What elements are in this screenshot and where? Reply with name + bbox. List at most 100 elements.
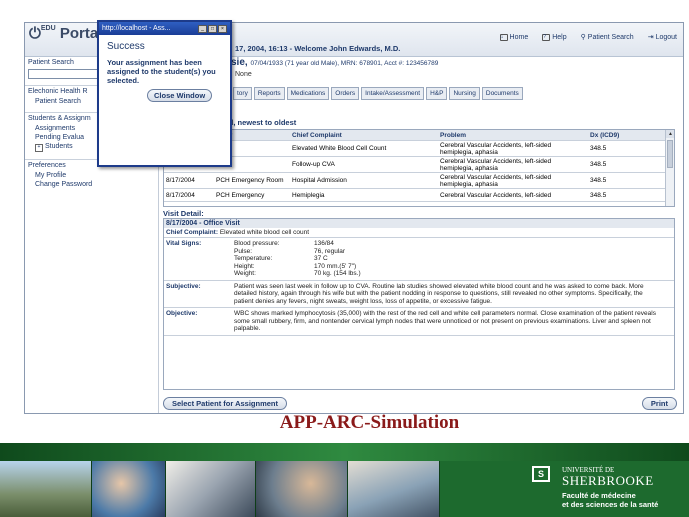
cell: 348.5: [590, 177, 607, 184]
photo-students: [256, 461, 348, 517]
photo-lab: [166, 461, 256, 517]
table-header-row: unter Chief Complaint Problem Dx (ICD9): [164, 130, 674, 141]
visit-detail-panel: 8/17/2004 - Office Visit Chief Complaint…: [163, 218, 675, 390]
col-dx[interactable]: Dx (ICD9): [588, 132, 664, 139]
record-tabs: tory Reports Medications Orders Intake/A…: [233, 87, 523, 100]
slide-title: APP-ARC-Simulation: [279, 412, 460, 433]
logo-sup: EDU: [40, 25, 56, 32]
visits-sort-label: all, newest to oldest: [225, 118, 297, 127]
tab-orders[interactable]: Orders: [331, 87, 360, 100]
cell: PCH Emergency Room: [216, 177, 284, 184]
vital-value: 170 mm.(5' 7"): [314, 262, 357, 270]
minimize-icon[interactable]: _: [198, 24, 207, 33]
cell: Cerebral Vascular Accidents, left-sided …: [440, 141, 552, 156]
patient-search-label: Patient Search: [587, 33, 634, 41]
popup-body: Success Your assignment has been assigne…: [99, 35, 230, 107]
logo-word: Porta: [59, 25, 99, 42]
logout-label: Logout: [655, 33, 677, 41]
table-row[interactable]: Visit Follow-up CVA Cerebral Vascular Ac…: [164, 157, 674, 173]
tab-history[interactable]: tory: [233, 87, 252, 100]
table-row[interactable]: 8/17/2004 PCH Emergency Hemiplegia Cereb…: [164, 189, 674, 202]
patient-search-link[interactable]: ⚲ Patient Search: [580, 33, 634, 42]
col-chief-complaint[interactable]: Chief Complaint: [290, 132, 438, 139]
maximize-icon[interactable]: □: [208, 24, 217, 33]
print-button[interactable]: Print: [641, 397, 677, 410]
vital-name: Height:: [234, 262, 255, 270]
subjective-label: Subjective:: [166, 282, 201, 290]
magnifier-icon: ⚲: [580, 34, 586, 41]
cell: Cerebral Vascular Accidents, left-sided …: [440, 173, 552, 188]
home-icon: ⌂: [499, 33, 508, 41]
faculty-line-1: Faculté de médecine: [562, 491, 636, 500]
visit-detail-label: Visit Detail:: [163, 209, 204, 218]
visits-table: unter Chief Complaint Problem Dx (ICD9) …: [163, 129, 675, 207]
faculty-name: Faculté de médecine et des sciences de l…: [562, 491, 658, 509]
tab-documents[interactable]: Documents: [481, 87, 523, 100]
close-icon[interactable]: ×: [218, 24, 227, 33]
scroll-thumb[interactable]: [667, 140, 673, 168]
cell: Elevated White Blood Cell Count: [292, 145, 387, 152]
logout-link[interactable]: ⇥ Logout: [648, 33, 677, 42]
table-row[interactable]: 8/17/2004 PCH Emergency Room Hospital Ad…: [164, 173, 674, 189]
close-window-button[interactable]: Close Window: [147, 89, 213, 102]
patient-info: 07/04/1933 (71 year old Male), MRN: 6789…: [250, 60, 439, 67]
home-label: Home: [509, 33, 529, 41]
cell: 8/17/2004: [166, 191, 195, 199]
university-logo-icon: S: [532, 466, 550, 482]
cell: PCH Emergency: [216, 191, 265, 199]
vital-name: Blood pressure:: [234, 240, 280, 247]
welcome-line: 17, 2004, 16:13 - Welcome John Edwards, …: [235, 44, 401, 53]
cell: 348.5: [590, 145, 607, 152]
photo-campus: [0, 461, 92, 517]
top-navigation: ⌂ Home ? Help ⚲ Patient Search ⇥ Logout: [499, 33, 677, 42]
scroll-up-icon[interactable]: ▲: [666, 130, 674, 138]
power-icon: ⏻: [29, 25, 41, 42]
photo-surgery: [92, 461, 166, 517]
vital-value: 70 kg. (154 lbs.): [314, 270, 361, 277]
cell: 8/17/2004: [166, 177, 195, 184]
vitals-label: Vital Signs:: [166, 240, 202, 247]
success-popup-window: http://localhost - Ass... _ □ × Success …: [97, 20, 232, 167]
chief-complaint: Chief Complaint: Elevated white blood ce…: [164, 228, 674, 238]
table-row[interactable]: Visit Elevated White Blood Cell Count Ce…: [164, 141, 674, 157]
allergies-value: None: [235, 71, 252, 78]
subjective-section: Subjective: Patient was seen last week i…: [164, 281, 674, 308]
objective-section: Objective: WBC shows marked lymphocytosi…: [164, 308, 674, 336]
popup-titlebar: http://localhost - Ass... _ □ ×: [99, 22, 230, 35]
patient-name: sie,: [231, 57, 248, 68]
help-icon: ?: [542, 33, 551, 41]
cell: 348.5: [590, 191, 607, 199]
visits-scrollbar[interactable]: ▲: [665, 130, 674, 206]
select-patient-button[interactable]: Select Patient for Assignment: [163, 397, 287, 410]
university-name: SHERBROOKE: [562, 473, 654, 488]
subjective-text: Patient was seen last week in follow up …: [234, 282, 644, 305]
vitals-grid: Blood pressure: 136/84 Pulse: 76, regular …: [234, 240, 414, 278]
main-content: 17, 2004, 16:13 - Welcome John Edwards, …: [159, 44, 683, 413]
home-link[interactable]: ⌂ Home: [499, 33, 529, 41]
footer-banner: S UNIVERSITÉ DE SHERBROOKE Faculté de mé…: [0, 443, 689, 517]
tab-medications[interactable]: Medications: [286, 87, 330, 100]
cell: Follow-up CVA: [292, 161, 335, 168]
tab-intake[interactable]: Intake/Assessment: [361, 87, 425, 100]
vital-name: Temperature:: [234, 255, 273, 262]
col-problem[interactable]: Problem: [438, 132, 588, 139]
objective-text: WBC shows marked lymphocytosis (35,000) …: [234, 310, 656, 332]
cell: Hospital Admission: [292, 177, 347, 184]
vital-value: 136/84: [314, 240, 334, 247]
sidebar-item-my-profile[interactable]: My Profile: [25, 171, 158, 180]
help-link[interactable]: ? Help: [542, 33, 567, 41]
tab-nursing[interactable]: Nursing: [449, 87, 480, 100]
sidebar-item-change-password[interactable]: Change Password: [25, 180, 158, 189]
window-controls: _ □ ×: [198, 24, 227, 33]
tab-reports[interactable]: Reports: [253, 87, 285, 100]
tab-hp[interactable]: H&P: [426, 87, 448, 100]
cc-label: Chief Complaint:: [166, 229, 218, 236]
photo-patient: [348, 461, 440, 517]
cc-value: Elevated white blood cell count: [219, 229, 310, 236]
patient-header: sie, 07/04/1933 (71 year old Male), MRN:…: [231, 57, 438, 68]
help-label: Help: [552, 33, 567, 41]
faculty-line-2: et des sciences de la santé: [562, 500, 659, 509]
footer-stripe: [0, 443, 689, 461]
cell: Hemiplegia: [292, 191, 325, 199]
vital-value: 37 C: [314, 255, 328, 262]
